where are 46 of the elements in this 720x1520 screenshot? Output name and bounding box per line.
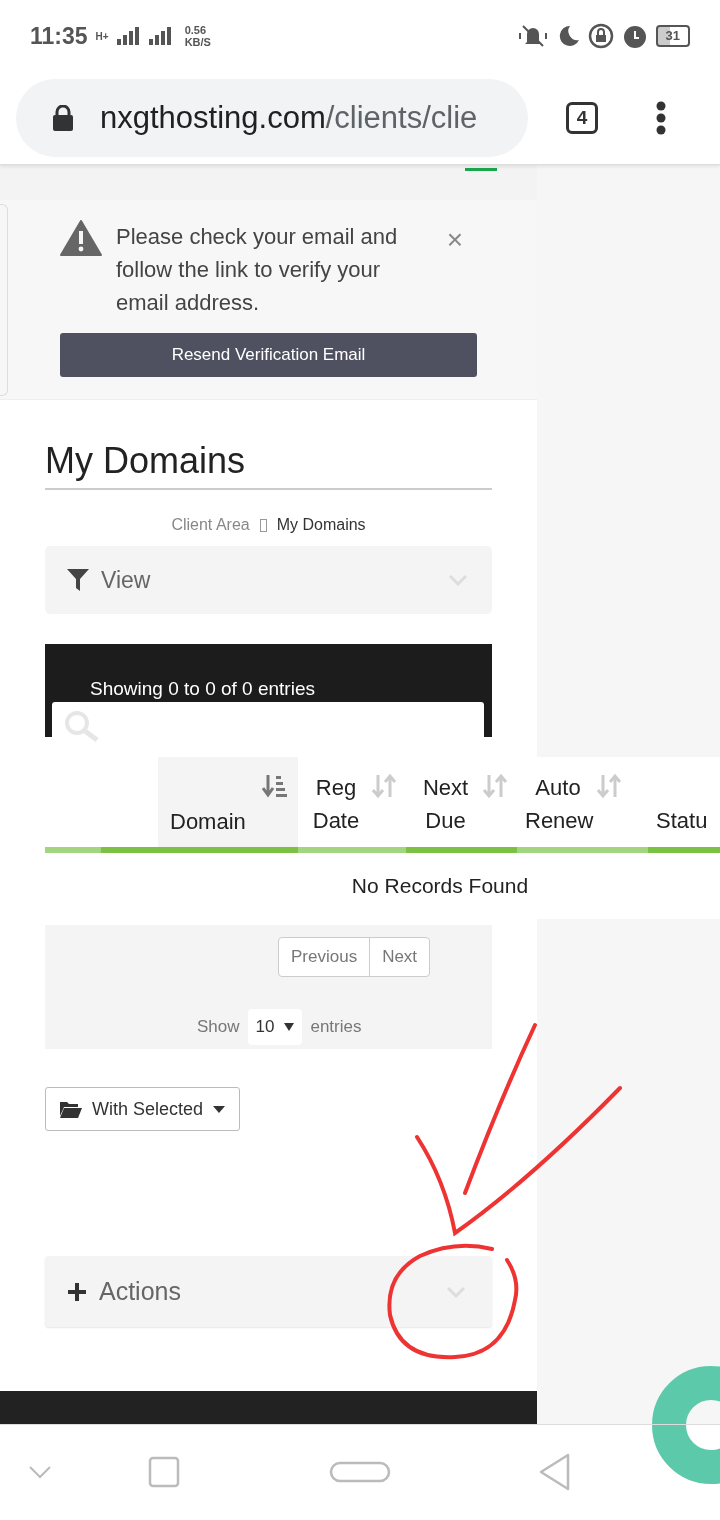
empty-message: No Records Found <box>351 874 529 898</box>
entries-info: Showing 0 to 0 of 0 entries <box>90 678 315 700</box>
caret-icon <box>284 1023 295 1031</box>
chevron-down-icon[interactable] <box>28 1465 52 1479</box>
column-header[interactable]: Domain <box>158 757 298 853</box>
filter-icon <box>67 569 89 591</box>
menu-icon[interactable] <box>656 101 666 135</box>
view-filter-dropdown[interactable]: View <box>45 546 492 614</box>
plus-icon <box>67 1281 87 1302</box>
sort-icon[interactable] <box>262 773 288 799</box>
signal-icon <box>116 27 141 45</box>
home-icon[interactable] <box>329 1461 391 1483</box>
url-path: /clients/clie <box>325 100 478 135</box>
active-tab-indicator <box>465 168 497 171</box>
search-icon <box>64 710 100 742</box>
page-button[interactable]: Previous <box>279 938 370 976</box>
clock: 11:35 <box>30 22 88 50</box>
lock-icon <box>52 105 74 131</box>
with-selected-button[interactable]: With Selected <box>45 1087 241 1131</box>
address-bar[interactable]: nxgthosting.com/clients/clie <box>16 79 528 157</box>
page-button[interactable]: Next <box>369 938 430 976</box>
data-speed: 0.56 <box>184 24 208 36</box>
url-domain: nxgthosting.com <box>100 100 326 135</box>
entries-label: entries <box>310 1017 362 1037</box>
verification-message: Please check your email and follow the link to verify your email address. <box>116 223 399 317</box>
actions-dropdown[interactable]: Actions <box>45 1256 492 1327</box>
show-label: Show <box>197 1017 240 1037</box>
page-size-select[interactable]: 10 <box>247 1009 303 1045</box>
page-title: My Domains <box>45 440 492 490</box>
caret-icon <box>213 1105 226 1113</box>
warning-icon <box>60 220 102 256</box>
back-icon[interactable] <box>538 1453 572 1491</box>
folder-icon <box>60 1100 82 1118</box>
separator-icon <box>259 518 267 532</box>
breadcrumb-item[interactable]: Client Area <box>171 516 250 534</box>
breadcrumb-item: My Domains <box>276 516 366 534</box>
tab-count-button[interactable]: 4 <box>566 102 598 134</box>
rotation-lock-icon <box>587 23 614 49</box>
recent-apps-icon[interactable] <box>148 1456 180 1488</box>
mute-bell-icon <box>517 24 548 48</box>
network-type: H+ <box>95 30 109 42</box>
resend-verification-button[interactable]: Resend Verification Email <box>60 333 477 377</box>
data-speed-unit: KB/S <box>184 36 211 48</box>
signal-icon <box>148 27 173 45</box>
alarm-icon <box>621 23 648 49</box>
battery-level: 31 <box>655 25 690 47</box>
